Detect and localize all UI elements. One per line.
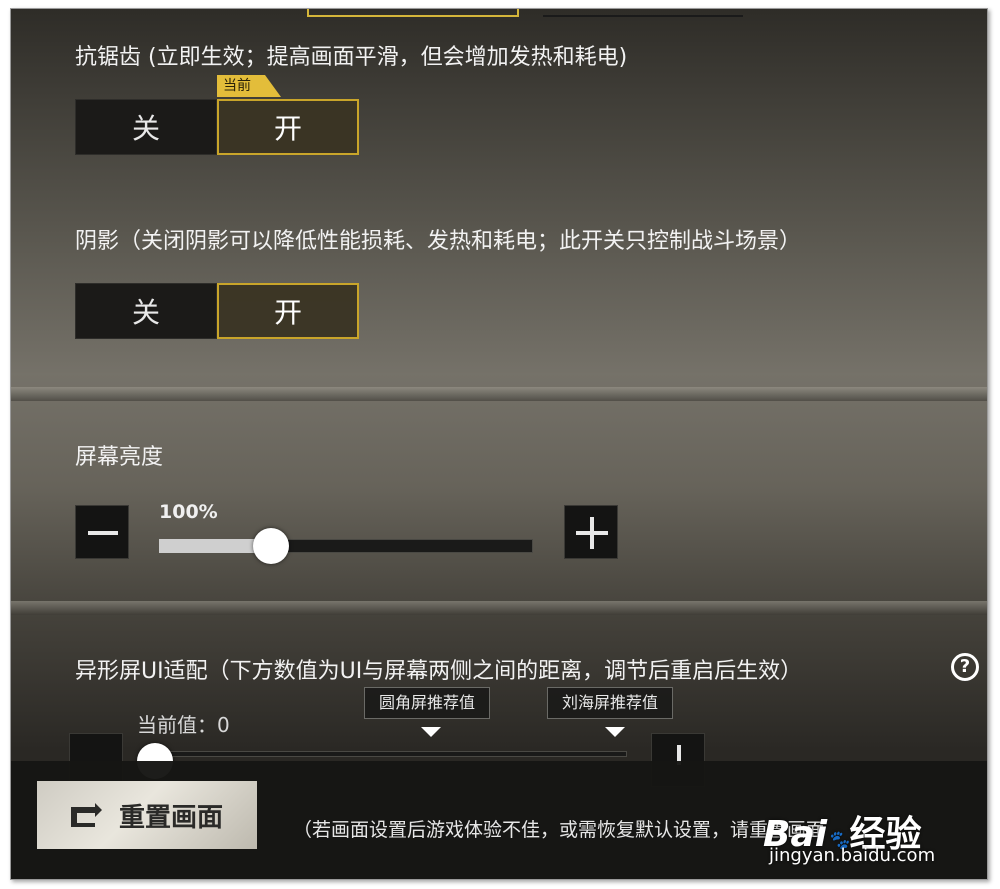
notch-marker-icon <box>605 727 625 737</box>
antialias-off-button[interactable]: 关 <box>75 99 217 155</box>
notch-current-value: 当前值：0 <box>137 713 230 737</box>
shadow-off-button[interactable]: 关 <box>75 283 217 339</box>
watermark-url: jingyan.baidu.com <box>769 845 936 866</box>
section-divider <box>11 601 987 615</box>
settings-panel: 抗锯齿 (立即生效；提高画面平滑，但会增加发热和耗电) 当前 关 开 阴影（关闭… <box>10 8 988 880</box>
shadow-title: 阴影（关闭阴影可以降低性能损耗、发热和耗电；此开关只控制战斗场景） <box>75 229 802 254</box>
top-tab[interactable] <box>543 9 743 17</box>
reset-icon <box>71 803 102 827</box>
reset-graphics-label: 重置画面 <box>119 802 224 833</box>
help-icon[interactable]: ? <box>951 653 979 681</box>
brightness-title: 屏幕亮度 <box>75 445 164 470</box>
reset-hint: （若画面设置后游戏体验不佳，或需恢复默认设置，请重置画面 <box>293 819 826 841</box>
brightness-minus-button[interactable] <box>75 505 129 559</box>
antialias-on-button[interactable]: 开 <box>217 99 359 155</box>
top-tab-selected[interactable] <box>307 9 519 17</box>
brightness-value: 100% <box>159 501 218 523</box>
notch-screen-recommend-label: 刘海屏推荐值 <box>547 687 674 719</box>
brightness-plus-button[interactable] <box>564 505 618 559</box>
notch-slider-track[interactable] <box>151 751 627 757</box>
rounded-marker-icon <box>421 727 441 737</box>
section-divider <box>11 387 987 401</box>
shadow-on-button[interactable]: 开 <box>217 283 359 339</box>
rounded-screen-recommend-label: 圆角屏推荐值 <box>364 687 491 719</box>
shadow-toggle: 关 开 <box>75 283 359 339</box>
minus-icon <box>88 531 118 535</box>
reset-graphics-button[interactable]: 重置画面 <box>37 781 257 849</box>
antialias-title: 抗锯齿 (立即生效；提高画面平滑，但会增加发热和耗电) <box>75 45 628 70</box>
antialias-toggle: 关 开 <box>75 99 359 155</box>
brightness-slider-handle[interactable] <box>253 528 289 564</box>
notch-title: 异形屏UI适配（下方数值为UI与屏幕两侧之间的距离，调节后重启后生效） <box>75 659 803 684</box>
current-badge: 当前 <box>217 75 281 97</box>
